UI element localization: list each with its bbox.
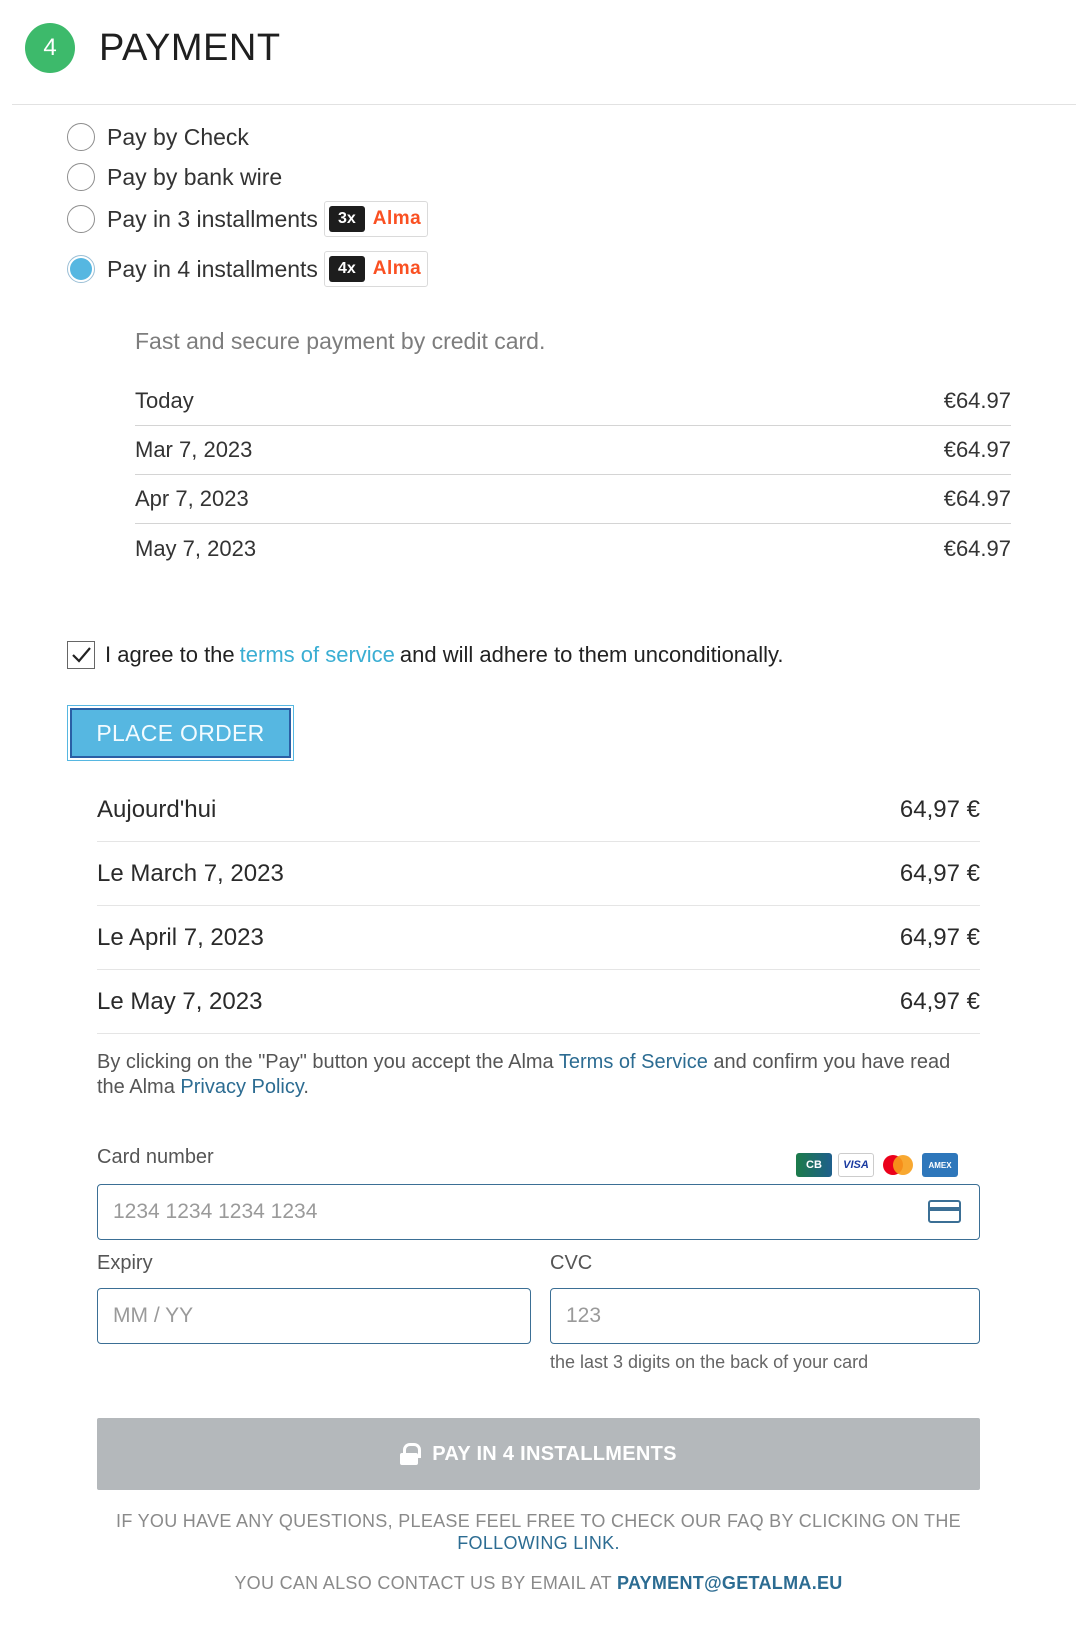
cvc-label: CVC [550,1252,593,1274]
option-pay-in-4-installments[interactable]: Pay in 4 installments 4x Alma [67,251,429,287]
alma-terms-link[interactable]: Terms of Service [559,1051,708,1073]
radio-pay-by-check[interactable] [67,123,95,151]
schedule-amount: €64.97 [943,535,1011,561]
cb-logo-icon: CB [796,1153,832,1177]
credit-card-icon [928,1200,961,1223]
pay-button-label: PAY IN 4 INSTALLMENTS [432,1442,677,1465]
legal-text: . [303,1076,309,1098]
schedule-date: Today [135,388,194,413]
alma-schedule-row: Le March 7, 2023 64,97 € [97,842,980,906]
alma-schedule-date: Aujourd'hui [97,795,217,823]
option-label: Pay by Check [107,123,249,150]
alma-payment-schedule: Aujourd'hui 64,97 € Le March 7, 2023 64,… [97,778,980,1034]
schedule-row: Apr 7, 2023 €64.97 [135,475,1011,524]
installment-schedule: Today €64.97 Mar 7, 2023 €64.97 Apr 7, 2… [135,377,1011,573]
schedule-amount: €64.97 [943,437,1011,462]
alma-schedule-amount: 64,97 € [899,859,980,887]
lock-icon [400,1443,422,1465]
option-pay-in-3-installments[interactable]: Pay in 3 installments 3x Alma [67,201,429,237]
legal-text: By clicking on the "Pay" button you acce… [97,1051,554,1073]
option-label: Pay in 4 installments [107,255,318,282]
radio-pay-in-4-installments[interactable] [67,255,95,283]
accepted-cards: CB VISA AMEX [796,1153,958,1177]
place-order-button[interactable]: PLACE ORDER [70,708,291,758]
radio-pay-in-3-installments[interactable] [67,205,95,233]
alma-legal-notice: By clicking on the "Pay" button you acce… [97,1050,980,1100]
terms-suffix: and will adhere to them unconditionally. [399,642,784,667]
pay-in-installments-button[interactable]: PAY IN 4 INSTALLMENTS [97,1418,980,1490]
alma-schedule-amount: 64,97 € [899,987,980,1015]
alma-schedule-date: Le April 7, 2023 [97,923,264,951]
option-label: Pay by bank wire [107,163,283,190]
header-divider [12,104,1076,105]
alma-logo: Alma [372,208,422,229]
alma-installment-count: 3x [328,206,365,232]
schedule-amount: €64.97 [943,388,1011,413]
cvc-help-text: the last 3 digits on the back of your ca… [550,1352,869,1372]
schedule-row: Mar 7, 2023 €64.97 [135,426,1011,475]
alma-privacy-link[interactable]: Privacy Policy [180,1076,303,1098]
mastercard-logo-icon [880,1153,916,1177]
expiry-label: Expiry [97,1252,153,1274]
cvc-input[interactable] [550,1288,980,1344]
option-label: Pay in 3 installments [107,205,318,232]
payment-step-header: 4 PAYMENT [25,22,281,74]
checkmark-icon [72,647,91,663]
schedule-row: May 7, 2023 €64.97 [135,524,1011,573]
expiry-input[interactable] [97,1288,531,1344]
faq-link[interactable]: FOLLOWING LINK. [457,1533,620,1553]
alma-installment-count: 4x [328,256,365,282]
terms-agreement: I agree to the terms of service and will… [67,641,784,669]
schedule-date: Apr 7, 2023 [135,486,249,511]
schedule-row: Today €64.97 [135,377,1011,426]
alma-schedule-date: Le May 7, 2023 [97,987,263,1015]
terms-prefix: I agree to the [105,642,235,667]
alma-logo: Alma [372,258,422,279]
alma-3x-badge: 3x Alma [323,201,429,237]
terms-checkbox[interactable] [67,641,95,669]
terms-of-service-link[interactable]: terms of service [240,642,395,668]
step-number-badge: 4 [25,23,75,73]
option-pay-by-bank-wire[interactable]: Pay by bank wire [67,163,282,191]
schedule-date: Mar 7, 2023 [135,437,253,462]
card-number-input[interactable] [97,1184,980,1240]
place-order-focus-ring: PLACE ORDER [67,705,294,761]
contact-notice: YOU CAN ALSO CONTACT US BY EMAIL AT PAYM… [97,1573,980,1594]
alma-schedule-row: Aujourd'hui 64,97 € [97,778,980,842]
alma-schedule-amount: 64,97 € [899,923,980,951]
alma-schedule-amount: 64,97 € [899,795,980,823]
radio-pay-by-bank-wire[interactable] [67,163,95,191]
option-pay-by-check[interactable]: Pay by Check [67,123,249,151]
amex-logo-icon: AMEX [922,1153,958,1177]
contact-email-link[interactable]: PAYMENT@GETALMA.EU [617,1573,843,1593]
visa-logo-icon: VISA [838,1153,874,1177]
alma-schedule-row: Le April 7, 2023 64,97 € [97,906,980,970]
faq-text: IF YOU HAVE ANY QUESTIONS, PLEASE FEEL F… [116,1511,961,1531]
schedule-date: May 7, 2023 [135,535,257,561]
page-title: PAYMENT [99,26,281,69]
card-number-label: Card number [97,1146,214,1168]
faq-notice: IF YOU HAVE ANY QUESTIONS, PLEASE FEEL F… [97,1510,980,1554]
alma-schedule-date: Le March 7, 2023 [97,859,284,887]
installments-description: Fast and secure payment by credit card. [135,328,546,354]
schedule-amount: €64.97 [943,486,1011,511]
alma-schedule-row: Le May 7, 2023 64,97 € [97,970,980,1034]
alma-4x-badge: 4x Alma [323,251,429,287]
contact-text: YOU CAN ALSO CONTACT US BY EMAIL AT [234,1573,612,1593]
